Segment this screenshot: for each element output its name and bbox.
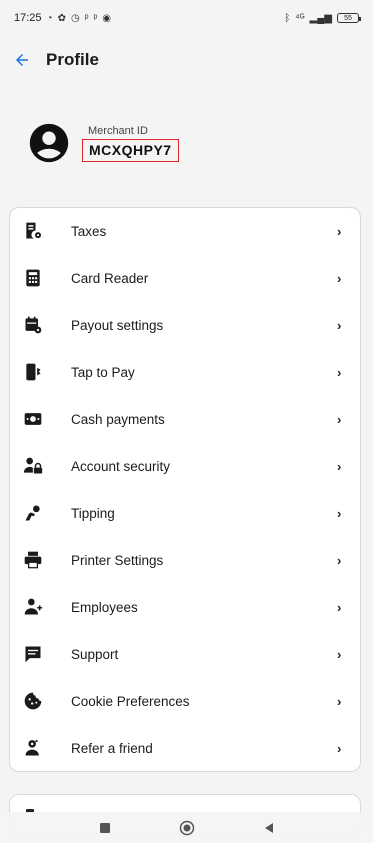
settings-icon: ✿ bbox=[57, 12, 66, 24]
cookie-icon bbox=[22, 690, 44, 712]
app-icon: ᵖ bbox=[93, 12, 98, 24]
menu-item-label: Taxes bbox=[71, 223, 107, 239]
app-bar: Profile bbox=[0, 38, 373, 82]
merchant-id-value: MCXQHPY7 bbox=[82, 138, 179, 162]
battery-level: 55 bbox=[344, 14, 352, 22]
arrow-left-icon bbox=[16, 54, 28, 66]
menu-item-card-reader[interactable]: Card Reader › bbox=[10, 255, 360, 301]
status-bar: 17:25 ◔ ✿ ◷ ᵖ ᵖ ◉ ᛒ ⁴ᴳ ▂▄▆ 55 bbox=[0, 0, 373, 36]
whatsapp-icon: ◔ bbox=[46, 12, 53, 24]
merchant-info: Merchant ID MCXQHPY7 bbox=[26, 120, 179, 166]
chevron-right-icon: › bbox=[337, 270, 342, 286]
bluetooth-icon: ᛒ bbox=[284, 12, 291, 24]
menu-item-label: Employees bbox=[71, 599, 138, 615]
receipt-settings-icon bbox=[22, 220, 44, 242]
merchant-text: Merchant ID MCXQHPY7 bbox=[82, 125, 179, 162]
merchant-id-label: Merchant ID bbox=[88, 124, 148, 137]
printer-icon bbox=[22, 549, 44, 571]
recents-button[interactable] bbox=[95, 818, 115, 838]
menu-item-refer-a-friend[interactable]: Refer a friend › bbox=[10, 725, 360, 771]
account-lock-icon bbox=[22, 455, 44, 477]
menu-item-label: Support bbox=[71, 646, 119, 662]
app-icon: ᵖ bbox=[84, 12, 89, 24]
menu-item-label: Cash payments bbox=[71, 411, 165, 427]
status-time: 17:25 bbox=[14, 12, 42, 24]
menu-item-cash-payments[interactable]: Cash payments › bbox=[10, 396, 360, 442]
alarm-icon: ◷ bbox=[70, 12, 80, 24]
chevron-right-icon: › bbox=[337, 458, 342, 474]
menu-item-label: Printer Settings bbox=[71, 552, 164, 568]
menu-item-account-security[interactable]: Account security › bbox=[10, 443, 360, 489]
menu-item-label: Card Reader bbox=[71, 270, 149, 286]
hand-coin-icon bbox=[22, 502, 44, 524]
chevron-right-icon: › bbox=[337, 411, 342, 427]
status-left: 17:25 ◔ ✿ ◷ ᵖ ᵖ ◉ bbox=[14, 12, 111, 24]
menu-item-label: Tipping bbox=[71, 505, 115, 521]
back-nav-button[interactable] bbox=[259, 818, 279, 838]
menu-item-printer-settings[interactable]: Printer Settings › bbox=[10, 537, 360, 583]
settings-menu: Taxes › Card Reader › Payout settings › … bbox=[9, 207, 361, 772]
back-triangle-icon bbox=[264, 822, 273, 833]
message-icon bbox=[22, 643, 44, 665]
menu-item-employees[interactable]: Employees › bbox=[10, 584, 360, 630]
menu-item-support[interactable]: Support › bbox=[10, 631, 360, 677]
menu-item-cookie-preferences[interactable]: Cookie Preferences › bbox=[10, 678, 360, 724]
volte-icon: ⁴ᴳ bbox=[295, 12, 305, 24]
page-title: Profile bbox=[46, 50, 99, 69]
chevron-right-icon: › bbox=[337, 740, 342, 756]
system-nav-bar bbox=[0, 812, 373, 843]
chevron-right-icon: › bbox=[337, 552, 342, 568]
menu-item-label: Tap to Pay bbox=[71, 364, 135, 380]
gift-person-icon bbox=[22, 737, 44, 759]
cash-icon bbox=[22, 408, 44, 430]
recents-square-icon bbox=[99, 822, 110, 833]
chevron-right-icon: › bbox=[337, 599, 342, 615]
menu-item-tipping[interactable]: Tipping › bbox=[10, 490, 360, 536]
menu-item-payout-settings[interactable]: Payout settings › bbox=[10, 302, 360, 348]
home-button[interactable] bbox=[177, 818, 197, 838]
menu-item-label: Account security bbox=[71, 458, 171, 474]
signal-icon: ▂▄▆ bbox=[309, 12, 332, 24]
battery-icon: 55 bbox=[337, 13, 361, 23]
menu-item-label: Payout settings bbox=[71, 317, 164, 333]
tap-phone-icon bbox=[22, 361, 44, 383]
cloud-icon: ◉ bbox=[102, 12, 111, 24]
chevron-right-icon: › bbox=[337, 364, 342, 380]
calculator-icon bbox=[22, 267, 44, 289]
calendar-settings-icon bbox=[22, 314, 44, 336]
chevron-right-icon: › bbox=[337, 317, 342, 333]
menu-item-tap-to-pay[interactable]: Tap to Pay › bbox=[10, 349, 360, 395]
chevron-right-icon: › bbox=[337, 693, 342, 709]
avatar bbox=[26, 120, 72, 166]
menu-item-taxes[interactable]: Taxes › bbox=[10, 208, 360, 254]
back-button[interactable] bbox=[4, 42, 40, 78]
account-circle-icon bbox=[29, 123, 69, 163]
menu-item-label: Refer a friend bbox=[71, 740, 153, 756]
chevron-right-icon: › bbox=[337, 505, 342, 521]
home-circle-icon bbox=[179, 820, 194, 835]
chevron-right-icon: › bbox=[337, 646, 342, 662]
menu-item-label: Cookie Preferences bbox=[71, 693, 190, 709]
account-plus-icon bbox=[22, 596, 44, 618]
chevron-right-icon: › bbox=[337, 223, 342, 239]
status-right: ᛒ ⁴ᴳ ▂▄▆ 55 bbox=[284, 12, 361, 24]
